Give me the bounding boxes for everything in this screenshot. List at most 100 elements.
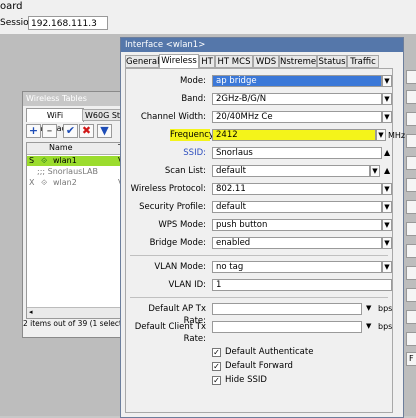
ap-tx-rate-dropdown-icon[interactable]: ▼ bbox=[366, 304, 371, 312]
tab-wireless[interactable]: Wireless bbox=[159, 54, 199, 68]
wps-mode-label: WPS Mode: bbox=[158, 220, 206, 230]
default-forward-checkbox[interactable]: ✓ bbox=[212, 362, 221, 371]
disable-button[interactable]: ✖ bbox=[79, 124, 94, 138]
security-profile-select[interactable]: default bbox=[212, 201, 382, 213]
client-tx-rate-unit: bps bbox=[378, 322, 393, 331]
scan-list-select[interactable]: default bbox=[212, 165, 370, 177]
wireless-panel: Mode: ap bridge ▼ Band: 2GHz-B/G/N ▼ Cha… bbox=[125, 68, 405, 413]
filter-icon: ▼ bbox=[100, 124, 109, 137]
scroll-left-icon: ◂ bbox=[29, 308, 33, 316]
tab-wds[interactable]: WDS bbox=[253, 55, 279, 68]
vlan-mode-dropdown-icon[interactable]: ▼ bbox=[382, 261, 392, 273]
bridge-mode-dropdown-icon[interactable]: ▼ bbox=[382, 237, 392, 249]
horizontal-scrollbar[interactable]: ◂ bbox=[27, 307, 127, 318]
tab-status[interactable]: Status bbox=[317, 55, 347, 68]
side-button[interactable] bbox=[406, 244, 416, 258]
security-profile-label: Security Profile: bbox=[139, 202, 206, 212]
frequency-label: Frequency: bbox=[170, 129, 217, 141]
wireless-tables-window: Wireless Tables WiFi Interfaces W60G Sta… bbox=[22, 91, 130, 338]
side-button[interactable] bbox=[406, 156, 416, 170]
row-name: wlan1 bbox=[53, 156, 77, 165]
ssid-label: SSID: bbox=[183, 148, 206, 158]
default-authenticate-checkbox[interactable]: ✓ bbox=[212, 348, 221, 357]
side-button[interactable] bbox=[406, 200, 416, 214]
scan-list-label: Scan List: bbox=[164, 166, 206, 176]
interface-window-title: Interface <wlan1> bbox=[121, 38, 403, 52]
wps-mode-select[interactable]: push button bbox=[212, 219, 382, 231]
wps-mode-dropdown-icon[interactable]: ▼ bbox=[382, 219, 392, 231]
mode-dropdown-icon[interactable]: ▼ bbox=[382, 75, 392, 87]
tab-general[interactable]: General bbox=[125, 55, 160, 68]
mode-select[interactable]: ap bridge bbox=[212, 75, 382, 87]
table-row[interactable]: S ⟐ wlan1 V bbox=[27, 156, 127, 166]
tab-traffic[interactable]: Traffic bbox=[347, 55, 379, 68]
table-row[interactable]: ;;; SnorlausLAB bbox=[27, 167, 127, 177]
vlan-mode-select[interactable]: no tag bbox=[212, 261, 382, 273]
tab-nstreme[interactable]: Nstreme bbox=[279, 55, 317, 68]
ssid-field[interactable]: Snorlaus bbox=[212, 147, 382, 159]
default-client-tx-rate-field[interactable] bbox=[212, 321, 362, 333]
default-authenticate-label: Default Authenticate bbox=[225, 347, 314, 357]
band-select[interactable]: 2GHz-B/G/N bbox=[212, 93, 382, 105]
wireless-protocol-select[interactable]: 802.11 bbox=[212, 183, 382, 195]
frequency-dropdown-icon[interactable]: ▼ bbox=[376, 129, 386, 141]
scan-list-collapse-icon[interactable]: ▲ bbox=[384, 166, 390, 175]
vlan-id-label: VLAN ID: bbox=[168, 280, 206, 290]
band-dropdown-icon[interactable]: ▼ bbox=[382, 93, 392, 105]
divider bbox=[130, 297, 388, 298]
bridge-mode-select[interactable]: enabled bbox=[212, 237, 382, 249]
row-flag: S bbox=[29, 156, 35, 165]
wireless-tables-title: Wireless Tables bbox=[23, 92, 129, 106]
enable-button[interactable]: ✔ bbox=[63, 124, 78, 138]
default-client-tx-rate-label: Default Client Tx Rate: bbox=[134, 322, 206, 344]
table-row[interactable]: X ⟐ wlan2 V bbox=[27, 178, 127, 188]
side-button[interactable] bbox=[406, 266, 416, 280]
vlan-id-field[interactable]: 1 bbox=[212, 279, 392, 291]
client-tx-rate-dropdown-icon[interactable]: ▼ bbox=[366, 322, 371, 330]
side-button[interactable] bbox=[406, 90, 416, 104]
side-button[interactable] bbox=[406, 134, 416, 148]
wireless-protocol-dropdown-icon[interactable]: ▼ bbox=[382, 183, 392, 195]
band-label: Band: bbox=[181, 94, 206, 104]
remove-button[interactable]: – bbox=[42, 124, 57, 138]
side-button[interactable] bbox=[406, 222, 416, 236]
session-address-field[interactable]: 192.168.111.3 bbox=[28, 16, 108, 30]
app-title-bar bbox=[0, 0, 416, 14]
tab-wifi-interfaces[interactable]: WiFi Interfaces bbox=[26, 108, 84, 133]
side-button[interactable] bbox=[406, 112, 416, 126]
frequency-select[interactable]: 2412 bbox=[212, 129, 376, 141]
ssid-collapse-icon[interactable]: ▲ bbox=[384, 148, 390, 157]
tab-ht[interactable]: HT bbox=[199, 55, 215, 68]
side-button-f[interactable]: F bbox=[406, 352, 416, 366]
tab-w60g-station[interactable]: W60G Sta bbox=[82, 109, 122, 121]
row-flag: X bbox=[29, 178, 35, 187]
default-ap-tx-rate-field[interactable] bbox=[212, 303, 362, 315]
app-title: oard bbox=[0, 1, 23, 12]
wifi-interface-icon: ⟐ bbox=[41, 178, 48, 187]
status-text: 2 items out of 39 (1 selected) bbox=[23, 319, 129, 328]
side-button[interactable] bbox=[406, 332, 416, 346]
table-header: Name T bbox=[27, 143, 127, 155]
side-button[interactable] bbox=[406, 310, 416, 324]
side-button[interactable] bbox=[406, 288, 416, 302]
add-button[interactable]: + bbox=[26, 124, 41, 138]
filter-button[interactable]: ▼ bbox=[97, 124, 112, 138]
scan-list-dropdown-icon[interactable]: ▼ bbox=[370, 165, 380, 177]
wireless-protocol-label: Wireless Protocol: bbox=[130, 184, 206, 194]
column-name[interactable]: Name bbox=[49, 143, 73, 152]
row-comment: ;;; SnorlausLAB bbox=[37, 167, 98, 176]
channel-width-label: Channel Width: bbox=[140, 112, 206, 122]
side-button[interactable] bbox=[406, 178, 416, 192]
channel-width-select[interactable]: 20/40MHz Ce bbox=[212, 111, 382, 123]
channel-width-dropdown-icon[interactable]: ▼ bbox=[382, 111, 392, 123]
tab-ht-mcs[interactable]: HT MCS bbox=[215, 55, 253, 68]
frequency-unit: MHz bbox=[388, 131, 406, 140]
security-profile-dropdown-icon[interactable]: ▼ bbox=[382, 201, 392, 213]
mode-label: Mode: bbox=[179, 76, 206, 86]
hide-ssid-label: Hide SSID bbox=[225, 375, 267, 385]
divider bbox=[130, 255, 388, 256]
row-name: wlan2 bbox=[53, 178, 77, 187]
hide-ssid-checkbox[interactable]: ✓ bbox=[212, 376, 221, 385]
side-button[interactable] bbox=[406, 70, 416, 84]
ap-tx-rate-unit: bps bbox=[378, 304, 393, 313]
